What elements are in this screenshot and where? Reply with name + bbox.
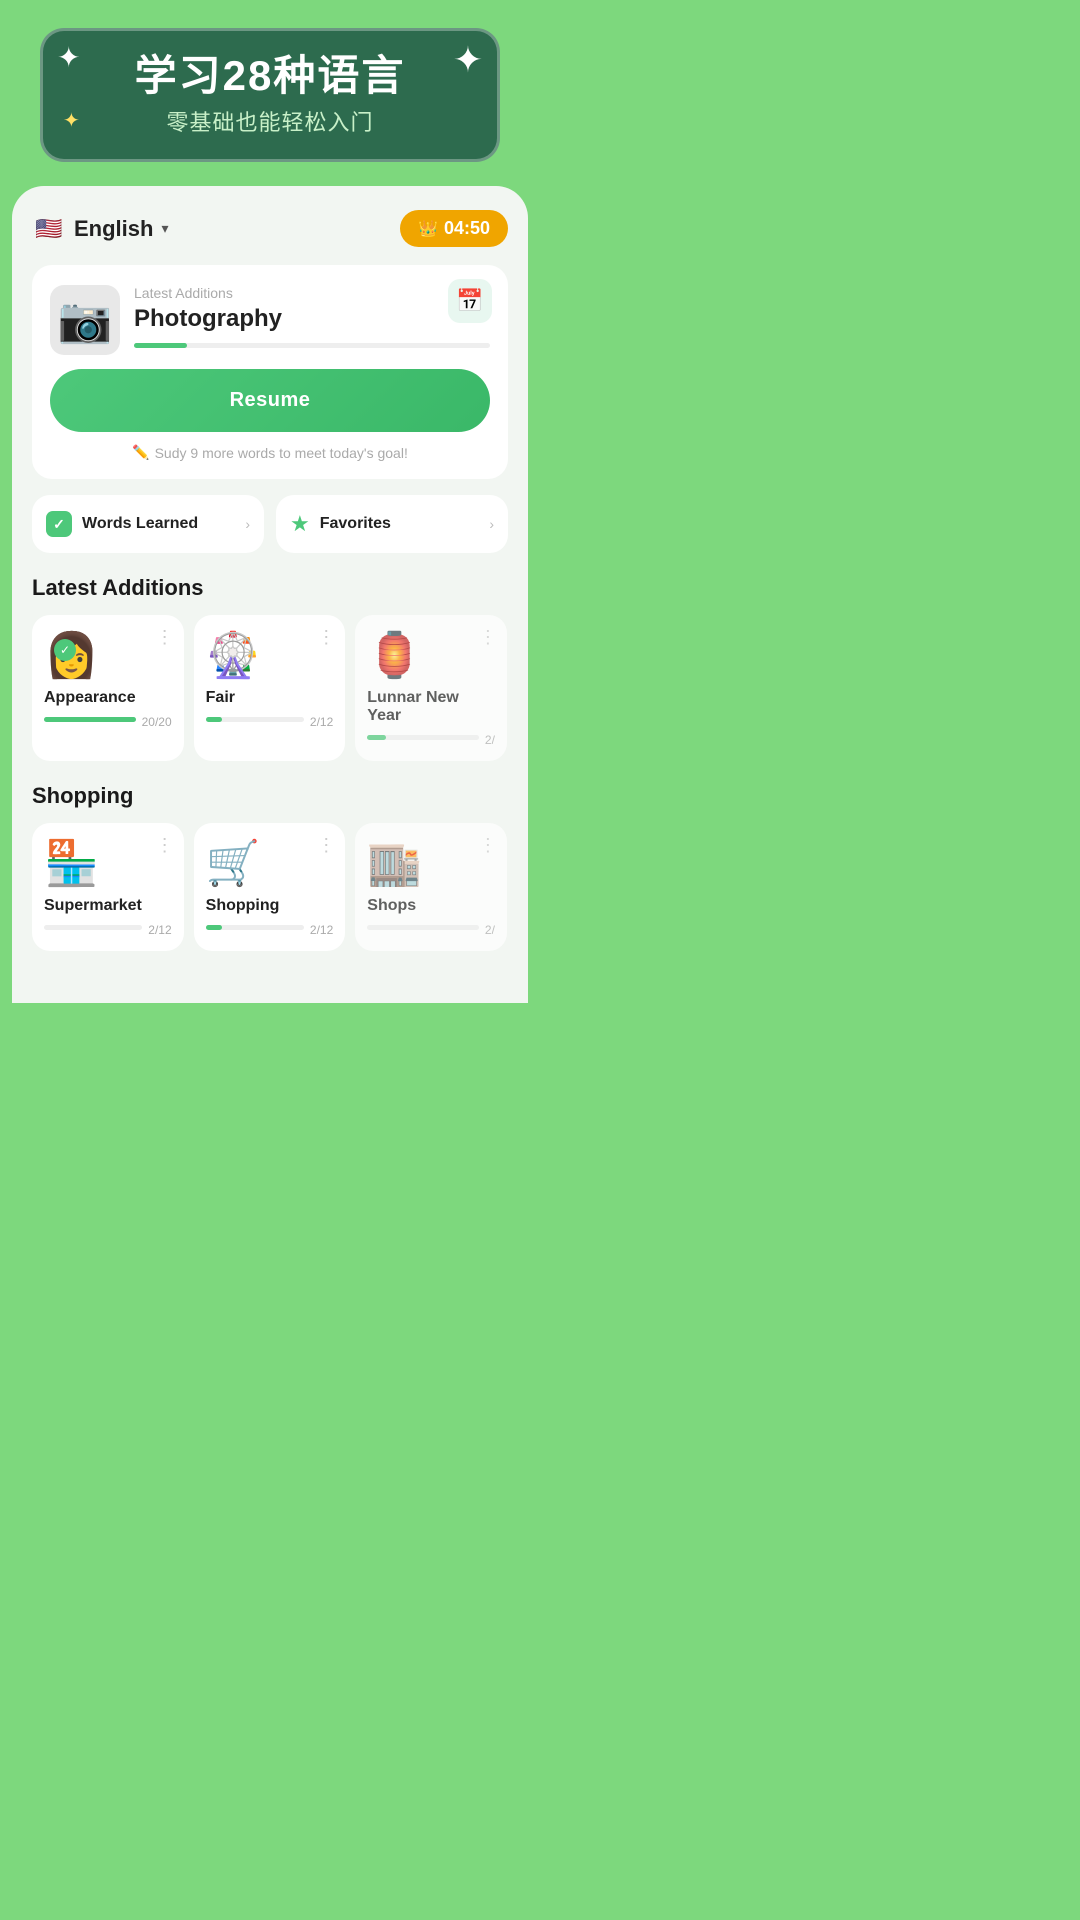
latest-additions-title: Latest Additions (32, 575, 508, 601)
words-learned-label: Words Learned (82, 515, 198, 533)
lunar-icon: 🏮 (367, 629, 495, 681)
flag-icon: 🇺🇸 (32, 212, 66, 246)
shopping-progress-bar (206, 925, 304, 930)
crown-icon: 👑 (418, 219, 438, 239)
card-menu-icon-2[interactable]: ⋮ (317, 627, 335, 648)
card-fair-progress: 2/12 (206, 715, 334, 729)
card-menu-icon-5[interactable]: ⋮ (317, 835, 335, 856)
shopping-icon: 🛒 (206, 837, 334, 889)
latest-additions-cards: 👩 ✓ ⋮ Appearance 20/20 🎡 ⋮ Fair 2/12 (32, 615, 508, 761)
hero-subtitle: 零基础也能轻松入门 (73, 105, 467, 137)
fair-progress-fill (206, 717, 223, 722)
supermarket-progress-bar (44, 925, 142, 930)
card-appearance[interactable]: 👩 ✓ ⋮ Appearance 20/20 (32, 615, 184, 761)
card-menu-icon[interactable]: ⋮ (156, 627, 174, 648)
lunar-count: 2/ (485, 733, 495, 747)
card-lunar-new-year[interactable]: 🏮 ⋮ Lunnar New Year 2/ (355, 615, 507, 761)
card-shops-name: Shops (367, 897, 495, 915)
check-icon: ✓ (46, 511, 72, 537)
supermarket-count: 2/12 (148, 923, 171, 937)
favorites-label: Favorites (320, 515, 391, 533)
reminder-icon: ✏️ (132, 444, 149, 461)
fair-icon: 🎡 (206, 629, 334, 681)
calendar-icon: 📅 (456, 288, 483, 314)
sparkle-icon-tr: ✦ (453, 39, 483, 81)
main-card: 🇺🇸 English ▾ 👑 04:50 📷 Latest Additions … (12, 186, 528, 1003)
shops-progress-bar (367, 925, 479, 930)
favorites-button[interactable]: ★ Favorites › (276, 495, 508, 553)
card-shops[interactable]: 🏬 ⋮ Shops 2/ (355, 823, 507, 951)
dropdown-arrow-icon: ▾ (161, 220, 168, 237)
card-menu-icon-4[interactable]: ⋮ (156, 835, 174, 856)
fair-count: 2/12 (310, 715, 333, 729)
featured-lesson-card[interactable]: 📷 Latest Additions Photography 📅 Resume … (32, 265, 508, 479)
lesson-progress-fill (134, 343, 187, 348)
language-name: English (74, 216, 153, 242)
card-shopping-progress: 2/12 (206, 923, 334, 937)
lesson-progress-bar (134, 343, 490, 348)
shopping-progress-fill (206, 925, 223, 930)
card-menu-icon-3[interactable]: ⋮ (479, 627, 497, 648)
lesson-top: 📷 Latest Additions Photography (50, 285, 490, 355)
hero-title: 学习28种语言 (73, 53, 467, 99)
hero-banner: ✦ ✦ ✦ 学习28种语言 零基础也能轻松入门 (40, 28, 500, 162)
card-shopping-name: Shopping (206, 897, 334, 915)
card-fair[interactable]: 🎡 ⋮ Fair 2/12 (194, 615, 346, 761)
calendar-badge[interactable]: 📅 (448, 279, 492, 323)
resume-button[interactable]: Resume (50, 369, 490, 432)
card-lunar-progress: 2/ (367, 733, 495, 747)
timer-value: 04:50 (444, 218, 490, 239)
star-icon: ★ (290, 511, 310, 537)
lesson-name: Photography (134, 305, 490, 333)
lesson-label: Latest Additions (134, 285, 490, 301)
shops-icon: 🏬 (367, 837, 495, 889)
card-supermarket-name: Supermarket (44, 897, 172, 915)
language-selector[interactable]: 🇺🇸 English ▾ (32, 212, 168, 246)
card-shopping[interactable]: 🛒 ⋮ Shopping 2/12 (194, 823, 346, 951)
shops-count: 2/ (485, 923, 495, 937)
lunar-progress-fill (367, 735, 386, 740)
arrow-right-icon-2: › (489, 516, 494, 532)
language-header: 🇺🇸 English ▾ 👑 04:50 (32, 210, 508, 247)
card-supermarket-progress: 2/12 (44, 923, 172, 937)
card-supermarket[interactable]: 🏪 ⋮ Supermarket 2/12 (32, 823, 184, 951)
appearance-progress-bar (44, 717, 136, 722)
lunar-progress-bar (367, 735, 479, 740)
bottom-spacer (32, 973, 508, 1003)
shopping-cards: 🏪 ⋮ Supermarket 2/12 🛒 ⋮ Shopping 2/12 (32, 823, 508, 951)
lesson-info: Latest Additions Photography (134, 285, 490, 348)
fair-progress-bar (206, 717, 304, 722)
study-reminder: ✏️ Sudy 9 more words to meet today's goa… (50, 444, 490, 461)
sparkle-icon-bl: ✦ (63, 108, 80, 133)
card-shops-progress: 2/ (367, 923, 495, 937)
quick-links: ✓ Words Learned › ★ Favorites › (32, 495, 508, 553)
appearance-progress-fill (44, 717, 136, 722)
supermarket-icon: 🏪 (44, 837, 172, 889)
timer-badge[interactable]: 👑 04:50 (400, 210, 508, 247)
lesson-icon: 📷 (50, 285, 120, 355)
card-appearance-progress: 20/20 (44, 715, 172, 729)
shopping-count: 2/12 (310, 923, 333, 937)
card-fair-name: Fair (206, 689, 334, 707)
words-learned-button[interactable]: ✓ Words Learned › (32, 495, 264, 553)
shopping-title: Shopping (32, 783, 508, 809)
appearance-count: 20/20 (142, 715, 172, 729)
card-menu-icon-6[interactable]: ⋮ (479, 835, 497, 856)
arrow-right-icon: › (245, 516, 250, 532)
card-appearance-name: Appearance (44, 689, 172, 707)
card-lunar-name: Lunnar New Year (367, 689, 495, 725)
sparkle-icon-tl: ✦ (57, 41, 80, 74)
